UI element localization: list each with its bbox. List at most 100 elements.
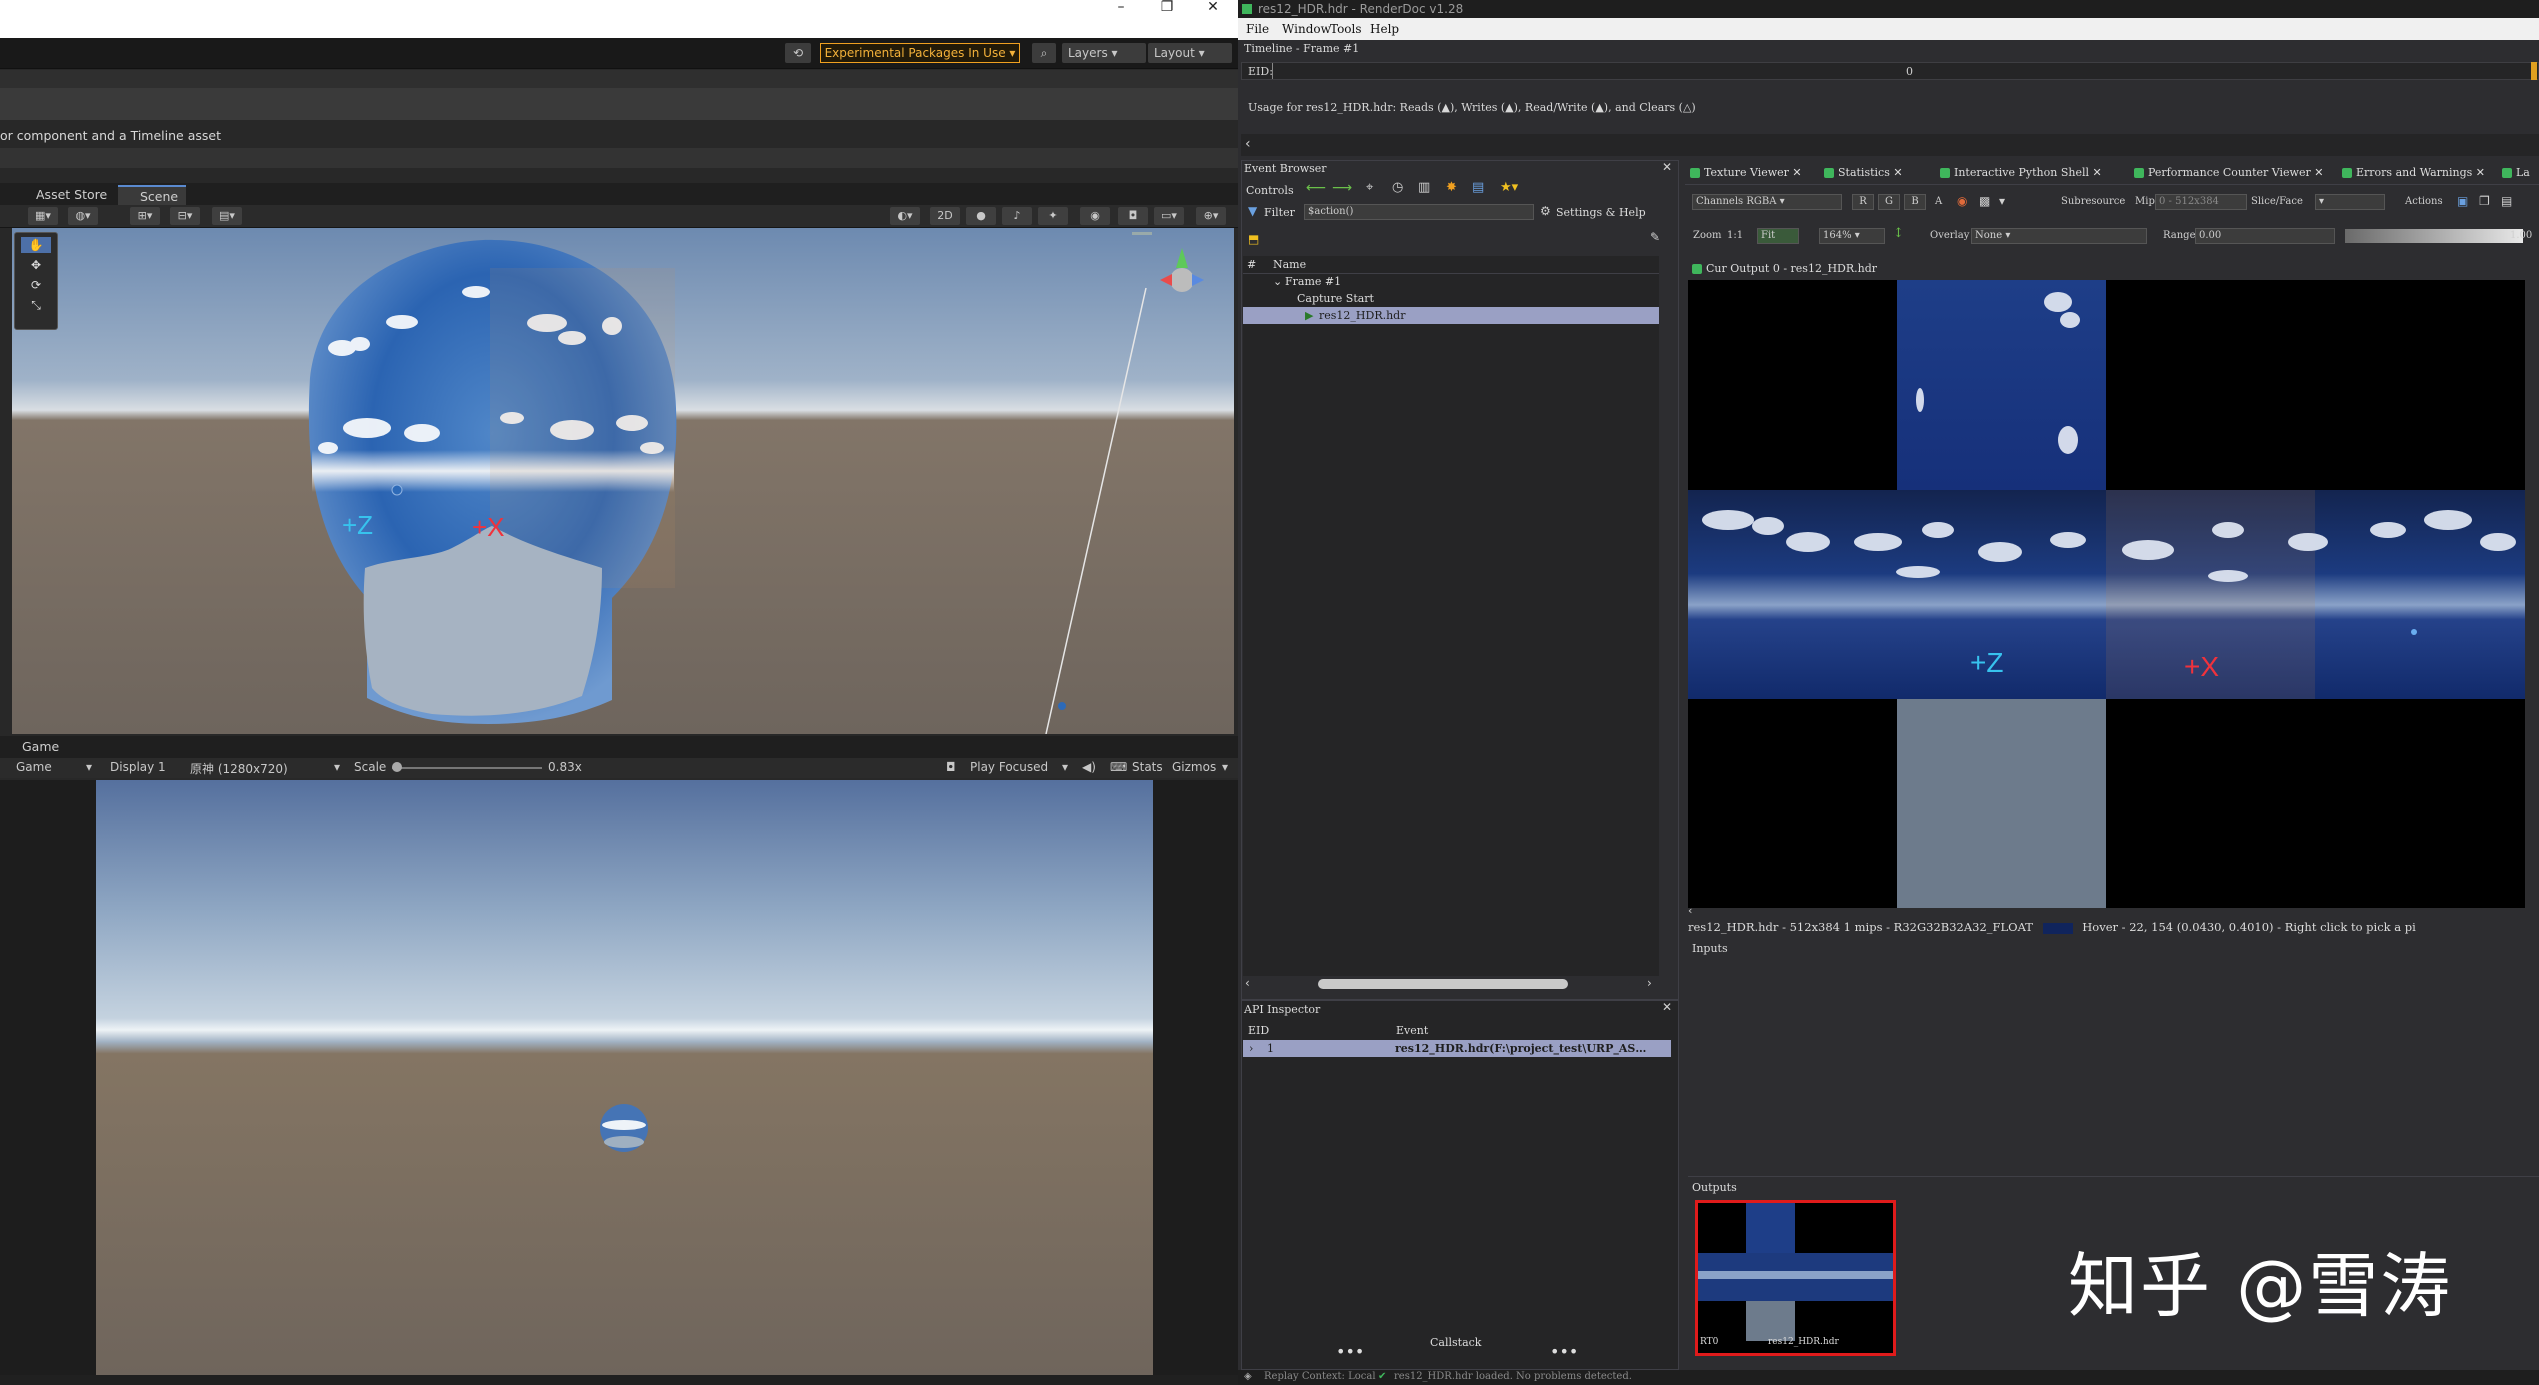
gizmos-icon[interactable]: ⊕▾ (1196, 207, 1226, 225)
settings-gear-icon[interactable]: ⚙ (1540, 204, 1551, 218)
scroll-right-icon[interactable]: › (1647, 976, 1652, 990)
scroll-left-icon[interactable]: ‹ (1245, 136, 1251, 152)
tab-launch[interactable]: La (2500, 163, 2530, 183)
scroll-left-icon[interactable]: ‹ (1245, 976, 1250, 990)
save-icon[interactable]: ▣ (2457, 194, 2468, 208)
audio-icon[interactable]: ♪ (1002, 207, 1032, 225)
note-icon[interactable]: ✎ (1650, 230, 1660, 244)
channel-b-toggle[interactable]: B (1904, 194, 1926, 210)
scale-tool-icon[interactable]: ⤡ (21, 297, 51, 313)
hand-tool-icon[interactable]: ✋ (21, 237, 51, 253)
effects-icon[interactable]: ✦ (1038, 207, 1068, 225)
hidden-objects-icon[interactable]: ◉ (1080, 207, 1110, 225)
camera-icon[interactable]: ◘ (1118, 207, 1148, 225)
draw-mode-button[interactable]: ▦▾ (28, 207, 58, 225)
game-view-dropdown[interactable]: Game (16, 760, 52, 774)
lock-icon[interactable]: ⬒ (1248, 232, 1259, 246)
play-focused-dropdown[interactable]: Play Focused (970, 760, 1048, 774)
move-tool-icon[interactable]: ✥ (21, 257, 51, 273)
gamma-icon[interactable]: ▾ (1999, 194, 2005, 208)
tab-asset-store[interactable]: Asset Store (14, 185, 115, 205)
color-wheel-icon[interactable]: ◉ (1957, 194, 1967, 208)
keyboard-icon[interactable]: ⌨ (1110, 760, 1127, 774)
layout-dropdown[interactable]: Layout ▾ (1148, 43, 1232, 63)
tab-cur-output[interactable]: Cur Output 0 - res12_HDR.hdr (1690, 259, 1877, 279)
camera-handle[interactable] (1058, 702, 1066, 710)
stats-icon[interactable]: ▥ (1418, 180, 1430, 195)
scene-view-button[interactable]: ▤▾ (212, 207, 242, 225)
texture-canvas[interactable]: +Z +X (1688, 280, 2525, 908)
pivot-gizmo[interactable] (391, 484, 403, 496)
scene-viewport[interactable]: +Z +X (12, 228, 1234, 734)
find-icon[interactable]: ⌖ (1366, 180, 1373, 195)
menu-window[interactable]: Window (1282, 22, 1331, 36)
menu-tools[interactable]: Tools (1330, 22, 1362, 36)
tab-scene[interactable]: Scene (118, 185, 187, 205)
game-viewport[interactable] (96, 780, 1153, 1375)
scale-slider[interactable] (392, 767, 542, 769)
channels-dropdown[interactable]: Channels RGBA ▾ (1692, 194, 1842, 210)
gizmos-button[interactable]: Gizmos (1172, 760, 1216, 774)
increment-snap-button[interactable]: ⊟▾ (170, 207, 200, 225)
list-item[interactable]: Capture Start (1243, 290, 1659, 307)
dropdown-arrow-icon[interactable]: ▾ (1222, 760, 1228, 774)
output-thumbnail[interactable]: RT0 res12_HDR.hdr (1695, 1200, 1896, 1356)
zoom-dropdown[interactable]: 164% ▾ (1819, 228, 1885, 244)
scroll-thumb[interactable] (1318, 979, 1568, 989)
filter-input[interactable]: $action() (1304, 204, 1534, 220)
display-dropdown[interactable]: Display 1 (110, 760, 166, 774)
tab-errors-warnings[interactable]: Errors and Warnings ✕ (2340, 163, 2485, 183)
screenshot-icon[interactable]: ◘ (946, 760, 956, 774)
bookmark-icon[interactable]: ✸ (1446, 180, 1457, 195)
range-slider[interactable] (2345, 229, 2523, 243)
expand-icon[interactable]: › (1249, 1040, 1253, 1057)
prev-event-icon[interactable]: ⟵ (1306, 180, 1326, 196)
table-row[interactable]: › 1 res12_HDR.hdr(F:\project_test\URP_AS… (1243, 1040, 1671, 1057)
restore-button[interactable]: ❐ (1144, 0, 1190, 14)
fit-button[interactable]: Fit (1757, 228, 1799, 244)
search-icon[interactable]: ⌕ (1032, 43, 1056, 63)
dropdown-arrow-icon[interactable]: ▾ (86, 760, 92, 774)
camera-settings-button[interactable]: ▭▾ (1154, 207, 1184, 225)
shading-mode-button[interactable]: ◐▾ (890, 207, 920, 225)
checkerboard-icon[interactable]: ▩ (1979, 194, 1990, 208)
resolution-dropdown[interactable]: 原神 (1280x720) (190, 760, 288, 777)
timeline-scroll[interactable]: ‹ (1241, 134, 2539, 156)
lighting-icon[interactable]: ● (966, 207, 996, 225)
open-icon[interactable]: ▤ (2501, 194, 2512, 208)
flip-icon[interactable]: ↕ (1893, 226, 1904, 241)
close-button[interactable]: ✕ (1190, 0, 1236, 14)
global-toggle-button[interactable]: ◍▾ (68, 207, 98, 225)
range-min-input[interactable]: 0.00 (2195, 228, 2335, 244)
rotate-tool-icon[interactable]: ⟳ (21, 277, 51, 293)
layers-dropdown[interactable]: Layers ▾ (1062, 43, 1146, 63)
stats-button[interactable]: Stats (1132, 760, 1163, 774)
list-item[interactable]: ⌄ Frame #1 (1243, 273, 1659, 290)
close-icon[interactable]: ✕ (1662, 1000, 1672, 1014)
overlay-dropdown[interactable]: None ▾ (1971, 228, 2147, 244)
dropdown-arrow-icon[interactable]: ▾ (334, 760, 340, 774)
menu-help[interactable]: Help (1370, 22, 1399, 36)
tab-statistics[interactable]: Statistics ✕ (1822, 163, 1903, 183)
mip-dropdown[interactable]: 0 - 512x384 (2155, 194, 2247, 210)
mode-2d-button[interactable]: 2D (930, 207, 960, 225)
grid-snap-button[interactable]: ⊞▾ (130, 207, 160, 225)
tab-texture-viewer[interactable]: Texture Viewer ✕ (1688, 163, 1802, 183)
channel-r-toggle[interactable]: R (1852, 194, 1874, 210)
more-icon[interactable]: ••• (1336, 1342, 1364, 1361)
star-icon[interactable]: ★▾ (1500, 180, 1518, 195)
scale-slider-handle[interactable] (392, 762, 402, 772)
replay-context[interactable]: Replay Context: Local (1264, 1371, 1376, 1382)
slice-face-dropdown[interactable]: ▾ (2315, 194, 2385, 210)
minimize-button[interactable]: – (1098, 0, 1144, 14)
channel-g-toggle[interactable]: G (1878, 194, 1900, 210)
experimental-packages-button[interactable]: Experimental Packages In Use ▾ (820, 43, 1020, 63)
canvas-scrollbar[interactable]: ‹ (1688, 904, 2539, 918)
zoom-ratio-button[interactable]: 1:1 (1727, 230, 1743, 241)
history-icon[interactable]: ⟲ (785, 43, 811, 63)
mute-audio-icon[interactable]: ◀) (1082, 760, 1096, 774)
list-item-selected[interactable]: ▶ res12_HDR.hdr (1243, 307, 1659, 324)
tab-python-shell[interactable]: Interactive Python Shell ✕ (1938, 163, 2102, 183)
next-event-icon[interactable]: ⟶ (1332, 180, 1352, 196)
scroll-left-icon[interactable]: ‹ (1688, 904, 1692, 917)
